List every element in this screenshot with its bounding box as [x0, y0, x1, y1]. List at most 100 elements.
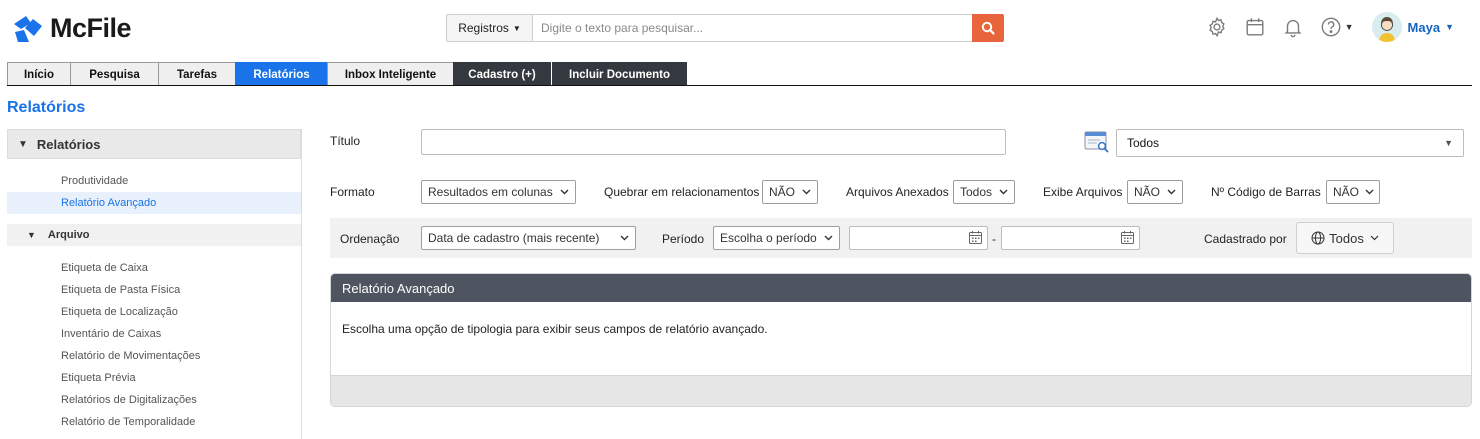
- sidebar-item-etiqueta-caixa[interactable]: Etiqueta de Caixa: [7, 257, 301, 279]
- chevron-down-icon: ▼: [1445, 22, 1454, 32]
- sidebar-item-relatorio-movimentacoes[interactable]: Relatório de Movimentações: [7, 345, 301, 367]
- sidebar-item-etiqueta-pasta-fisica[interactable]: Etiqueta de Pasta Física: [7, 279, 301, 301]
- ordenacao-select[interactable]: Data de cadastro (mais recente): [421, 226, 636, 250]
- page-title: Relatórios: [7, 99, 86, 116]
- user-menu[interactable]: Maya ▼: [1371, 12, 1454, 42]
- avatar-icon: [1371, 12, 1402, 42]
- app-logo[interactable]: McFile: [12, 13, 132, 44]
- main-tabs: Início Pesquisa Tarefas Relatórios Inbox…: [7, 62, 688, 86]
- search-bar: Registros ▼: [446, 14, 1004, 42]
- sidebar-header-label: Relatórios: [36, 136, 101, 152]
- app-header: McFile Registros ▼ Digite o texto para p…: [0, 0, 1480, 58]
- sidebar-item-produtividade[interactable]: Produtividade: [7, 170, 301, 192]
- cadastrado-label: Cadastrado por: [1204, 232, 1287, 246]
- periodo-value: Escolha o período: [720, 231, 817, 245]
- date-start-input[interactable]: [849, 226, 988, 250]
- bell-icon: [1284, 19, 1302, 38]
- caret-down-icon: ▼: [1444, 138, 1453, 148]
- tab-incluir-documento[interactable]: Incluir Documento: [552, 62, 687, 86]
- sidebar-item-relatorios-digitalizacoes[interactable]: Relatórios de Digitalizações: [7, 389, 301, 411]
- periodo-select[interactable]: Escolha o período: [713, 226, 840, 250]
- chevron-down-icon: [1359, 189, 1374, 195]
- tab-inicio[interactable]: Início: [7, 62, 71, 86]
- quebrar-select[interactable]: NÃO: [762, 180, 818, 204]
- chevron-down-icon: ▼: [1344, 22, 1354, 32]
- header-actions: ▼ Maya ▼: [1190, 11, 1454, 43]
- search-icon: [981, 21, 995, 35]
- anexados-label: Arquivos Anexados: [846, 185, 949, 199]
- chevron-down-icon: [818, 235, 833, 241]
- exibe-value: NÃO: [1134, 185, 1161, 199]
- document-search-icon: [1084, 131, 1109, 153]
- caret-down-icon: ▼: [512, 23, 521, 33]
- caret-down-icon: ▼: [27, 230, 36, 240]
- exibe-select[interactable]: NÃO: [1127, 180, 1183, 204]
- panel-footer: [331, 375, 1471, 406]
- tipologia-select[interactable]: Todos ▼: [1116, 129, 1464, 157]
- sidebar-item-relatorio-temporalidade[interactable]: Relatório de Temporalidade: [7, 411, 301, 433]
- calendar-icon: [1246, 18, 1264, 36]
- search-input[interactable]: [533, 14, 972, 42]
- formato-value: Resultados em colunas: [428, 185, 553, 199]
- globe-icon: [1311, 231, 1325, 245]
- help-icon: [1321, 17, 1341, 37]
- formato-select[interactable]: Resultados em colunas: [421, 180, 576, 204]
- tab-inbox-inteligente[interactable]: Inbox Inteligente: [327, 62, 454, 86]
- date-end-input[interactable]: [1001, 226, 1140, 250]
- tab-relatorios[interactable]: Relatórios: [235, 62, 328, 86]
- tab-pesquisa[interactable]: Pesquisa: [70, 62, 159, 86]
- titulo-label: Título: [330, 134, 361, 148]
- sidebar-section-arquivo[interactable]: ▼ Arquivo: [7, 224, 301, 246]
- logo-mark-icon: [14, 15, 42, 42]
- anexados-select[interactable]: Todos: [953, 180, 1015, 204]
- sidebar-item-inventario-caixas[interactable]: Inventário de Caixas: [7, 323, 301, 345]
- search-scope-select[interactable]: Registros ▼: [446, 14, 533, 42]
- anexados-value: Todos: [960, 185, 993, 199]
- periodo-label: Período: [662, 232, 705, 246]
- avatar: [1371, 12, 1402, 42]
- tab-cadastro[interactable]: Cadastro (+): [453, 62, 551, 86]
- chevron-down-icon: [614, 235, 629, 241]
- user-name: Maya: [1407, 19, 1441, 35]
- sidebar-item-etiqueta-previa[interactable]: Etiqueta Prévia: [7, 367, 301, 389]
- sidebar: ▼ Relatórios Produtividade Relatório Ava…: [7, 129, 302, 439]
- cadastrado-value: Todos: [1329, 230, 1364, 246]
- app-name: McFile: [50, 13, 132, 43]
- tipologia-icon-button[interactable]: [1084, 130, 1110, 157]
- barras-select[interactable]: NÃO: [1326, 180, 1380, 204]
- barras-value: NÃO: [1333, 185, 1360, 199]
- chevron-down-icon: [993, 189, 1008, 195]
- quebrar-label: Quebrar em relacionamentos: [604, 185, 760, 199]
- cadastrado-por-button[interactable]: Todos: [1296, 222, 1394, 254]
- sidebar-section-label: Arquivo: [47, 229, 90, 241]
- sidebar-item-relatorio-avancado[interactable]: Relatório Avançado: [7, 192, 301, 214]
- sidebar-header-relatorios[interactable]: ▼ Relatórios: [7, 129, 301, 159]
- date-separator: -: [992, 232, 996, 246]
- titulo-input[interactable]: [421, 129, 1006, 155]
- barras-label: Nº Código de Barras: [1211, 185, 1321, 199]
- notifications-button[interactable]: [1282, 16, 1304, 38]
- search-button[interactable]: [972, 14, 1004, 42]
- tabs-divider: [7, 85, 1472, 86]
- help-button[interactable]: ▼: [1320, 16, 1354, 38]
- settings-button[interactable]: [1206, 16, 1228, 38]
- caret-down-icon: ▼: [18, 138, 28, 150]
- chevron-down-icon: [796, 189, 811, 195]
- calendar-icon[interactable]: [1120, 230, 1135, 248]
- chevron-down-icon: [1370, 233, 1379, 243]
- report-panel: Relatório Avançado Escolha uma opção de …: [330, 273, 1472, 407]
- search-scope-label: Registros: [458, 21, 509, 35]
- sidebar-item-etiqueta-localizacao[interactable]: Etiqueta de Localização: [7, 301, 301, 323]
- calendar-button[interactable]: [1244, 16, 1266, 38]
- quebrar-value: NÃO: [769, 185, 796, 199]
- panel-title: Relatório Avançado: [331, 274, 1471, 302]
- tipologia-value: Todos: [1127, 136, 1160, 150]
- chevron-down-icon: [554, 189, 569, 195]
- exibe-label: Exibe Arquivos: [1043, 185, 1123, 199]
- gear-icon: [1208, 16, 1225, 38]
- chevron-down-icon: [1161, 189, 1176, 195]
- formato-label: Formato: [330, 185, 375, 199]
- tab-tarefas[interactable]: Tarefas: [158, 62, 236, 86]
- calendar-icon[interactable]: [968, 230, 983, 248]
- ordenacao-value: Data de cadastro (mais recente): [428, 231, 600, 245]
